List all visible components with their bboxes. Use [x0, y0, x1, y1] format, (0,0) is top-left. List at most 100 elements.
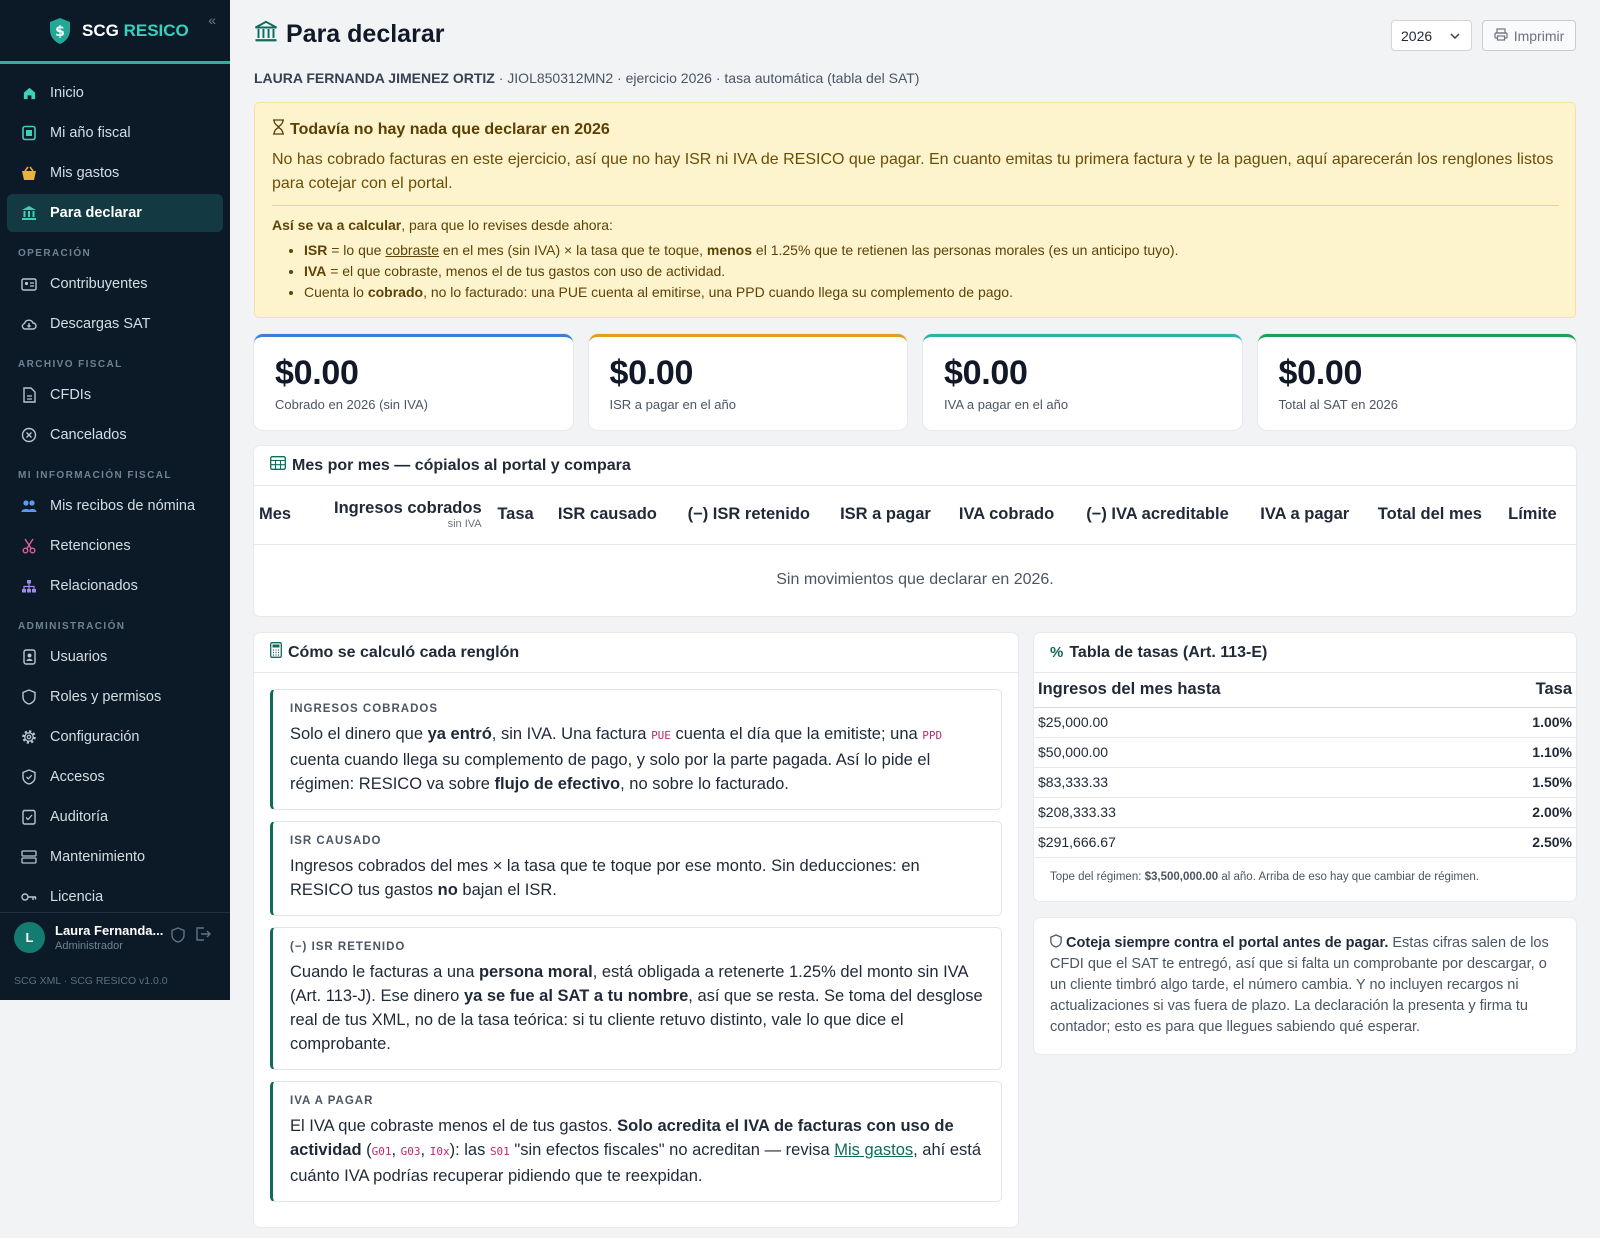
calc-item-text: El IVA que cobraste menos el de tus gast… — [290, 1117, 982, 1185]
percent-icon: % — [1050, 644, 1064, 661]
column-header[interactable]: ISR a pagar — [826, 486, 945, 545]
column-header[interactable]: (−) ISR retenido — [671, 486, 827, 545]
sidebar-item-label: Retenciones — [50, 538, 131, 554]
user-card: L Laura Fernanda... Administrador — [0, 912, 230, 962]
empty-state: Sin movimientos que declarar en 2026. — [776, 571, 1054, 589]
card-label: Cobrado en 2026 (sin IVA) — [275, 397, 428, 412]
table-row: $208,333.33 2.00% — [1034, 797, 1576, 828]
column-header[interactable]: Mes — [254, 486, 304, 545]
taxpayer-details: · JIOL850312MN2 · ejercicio 2026 · tasa … — [494, 70, 920, 86]
dollar-shield-icon: $ — [48, 17, 72, 45]
sidebar-item-relacionados[interactable]: Relacionados — [7, 567, 223, 605]
card-amount: $0.00 — [1278, 354, 1363, 392]
sidebar-item-cancelados[interactable]: Cancelados — [7, 416, 223, 454]
user-badge-icon — [21, 649, 37, 665]
monthly-table: Mes Ingresos cobrados sin IVA Tasa ISR ca… — [254, 486, 1576, 616]
summary-card-isr: $0.00 ISR a pagar en el año — [588, 334, 907, 430]
shield-icon — [1050, 933, 1062, 951]
version-label: SCG XML · SCG RESICO v1.0.0 — [14, 975, 168, 987]
sidebar-item-usuarios[interactable]: Usuarios — [7, 638, 223, 676]
sidebar-item-label: Relacionados — [50, 578, 138, 594]
bank-icon — [21, 205, 37, 221]
panel-header: Mes por mes — cópialos al portal y compa… — [254, 446, 1576, 486]
calc-item-text: Ingresos cobrados del mes × la tasa que … — [290, 857, 920, 899]
sidebar-item-accesos[interactable]: Accesos — [7, 758, 223, 796]
sidebar-item-mantenimiento[interactable]: Mantenimiento — [7, 838, 223, 876]
column-header[interactable]: IVA cobrado — [944, 486, 1069, 545]
collapse-sidebar-icon[interactable]: « — [208, 12, 216, 28]
sidebar-item-mi-ano-fiscal[interactable]: Mi año fiscal — [7, 114, 223, 152]
brand[interactable]: $ SCG RESICO « — [0, 0, 230, 64]
sidebar-item-retenciones[interactable]: Retenciones — [7, 527, 223, 565]
column-header[interactable]: (−) IVA acreditable — [1068, 486, 1247, 545]
sidebar-item-configuracion[interactable]: Configuración — [7, 718, 223, 756]
sidebar-item-label: Mis recibos de nómina — [50, 498, 196, 514]
sidebar-item-cfdis[interactable]: CFDIs — [7, 376, 223, 414]
logout-icon[interactable] — [195, 927, 211, 948]
sidebar-item-label: Configuración — [50, 729, 140, 745]
sidebar-item-label: Accesos — [50, 769, 105, 785]
sidebar-item-roles-permisos[interactable]: Roles y permisos — [7, 678, 223, 716]
panel-header: Cómo se calculó cada renglón — [254, 633, 1018, 673]
sidebar-item-descargas-sat[interactable]: Descargas SAT — [7, 305, 223, 343]
verify-notice: Coteja siempre contra el portal antes de… — [1034, 917, 1576, 1054]
sidebar-item-label: Descargas SAT — [50, 316, 151, 332]
calc-list: INGRESOS COBRADOS Solo el dinero que ya … — [254, 673, 1018, 1202]
sidebar-item-para-declarar[interactable]: Para declarar — [7, 194, 223, 232]
checklist-icon — [21, 809, 37, 825]
card-amount: $0.00 — [275, 354, 359, 392]
calc-item-ingresos: INGRESOS COBRADOS Solo el dinero que ya … — [270, 689, 1002, 810]
sidebar-item-contribuyentes[interactable]: Contribuyentes — [7, 265, 223, 303]
circle-x-icon — [21, 427, 37, 443]
calc-item-text: Solo el dinero que ya entró, sin IVA. Un… — [290, 725, 943, 793]
table-row: $291,666.67 2.50% — [1034, 827, 1576, 858]
shield-icon[interactable] — [171, 927, 185, 948]
calendar-icon — [21, 125, 37, 141]
home-icon — [21, 85, 37, 101]
right-column: % Tabla de tasas (Art. 113-E) Ingresos d… — [1034, 633, 1576, 1227]
rates-table: Ingresos del mes hasta Tasa $25,000.00 1.0… — [1034, 673, 1576, 858]
main-content: Para declarar 2026 Imprimir LAURA FERNAN… — [254, 0, 1576, 1227]
column-header[interactable]: Total del mes — [1362, 486, 1497, 545]
card-label: IVA a pagar en el año — [944, 397, 1069, 412]
shield-check-icon — [21, 769, 37, 785]
column-header[interactable]: Límite — [1496, 486, 1576, 545]
table-row: $50,000.00 1.10% — [1034, 737, 1576, 768]
sidebar-item-auditoria[interactable]: Auditoría — [7, 798, 223, 836]
list-item: Cuenta lo cobrado, no lo facturado: una … — [304, 282, 1559, 303]
sidebar-item-label: Contribuyentes — [50, 276, 148, 292]
sidebar-item-mis-gastos[interactable]: Mis gastos — [7, 154, 223, 192]
chevron-down-icon — [1449, 29, 1461, 45]
sidebar-item-recibos-nomina[interactable]: Mis recibos de nómina — [7, 487, 223, 525]
column-header[interactable]: Ingresos cobrados sin IVA — [303, 486, 488, 545]
panel-header: % Tabla de tasas (Art. 113-E) — [1034, 633, 1576, 673]
formula-list: ISR = lo que cobraste en el mes (sin IVA… — [304, 240, 1559, 303]
summary-card-cobrado: $0.00 Cobrado en 2026 (sin IVA) — [254, 334, 573, 430]
hierarchy-icon — [21, 578, 37, 594]
calc-item-key: (−) ISR RETENIDO — [290, 941, 406, 953]
printer-icon — [1494, 27, 1508, 44]
sidebar-item-label: Auditoría — [50, 809, 109, 825]
panel-title: Tabla de tasas (Art. 113-E) — [1069, 643, 1268, 661]
list-item: IVA = el que cobraste, menos el de tus g… — [304, 261, 1559, 282]
calc-item-key: INGRESOS COBRADOS — [290, 703, 438, 715]
sidebar-item-label: Cancelados — [50, 427, 127, 443]
sidebar-item-label: Mis gastos — [50, 165, 120, 181]
column-header[interactable]: Tasa — [487, 486, 544, 545]
avatar[interactable]: L — [14, 922, 45, 953]
table-row: $83,333.33 1.50% — [1034, 767, 1576, 798]
lower-section: Cómo se calculó cada renglón INGRESOS CO… — [254, 633, 1576, 1227]
sidebar-item-inicio[interactable]: Inicio — [7, 74, 223, 112]
print-button[interactable]: Imprimir — [1482, 20, 1576, 51]
year-select[interactable]: 2026 — [1391, 20, 1472, 51]
scissors-icon — [21, 538, 37, 554]
column-header[interactable]: IVA a pagar — [1246, 486, 1363, 545]
regime-cap-note: Tope del régimen: $3,500,000.00 al año. … — [1050, 870, 1479, 883]
year-select-value: 2026 — [1401, 27, 1433, 44]
column-header[interactable]: ISR causado — [543, 486, 672, 545]
shield-icon — [21, 689, 37, 705]
sidebar-item-licencia[interactable]: Licencia — [7, 878, 223, 916]
taxpayer-subtitle: LAURA FERNANDA JIMENEZ ORTIZ · JIOL85031… — [254, 70, 1576, 86]
mis-gastos-link[interactable]: Mis gastos — [834, 1141, 913, 1159]
gear-icon — [21, 729, 37, 745]
